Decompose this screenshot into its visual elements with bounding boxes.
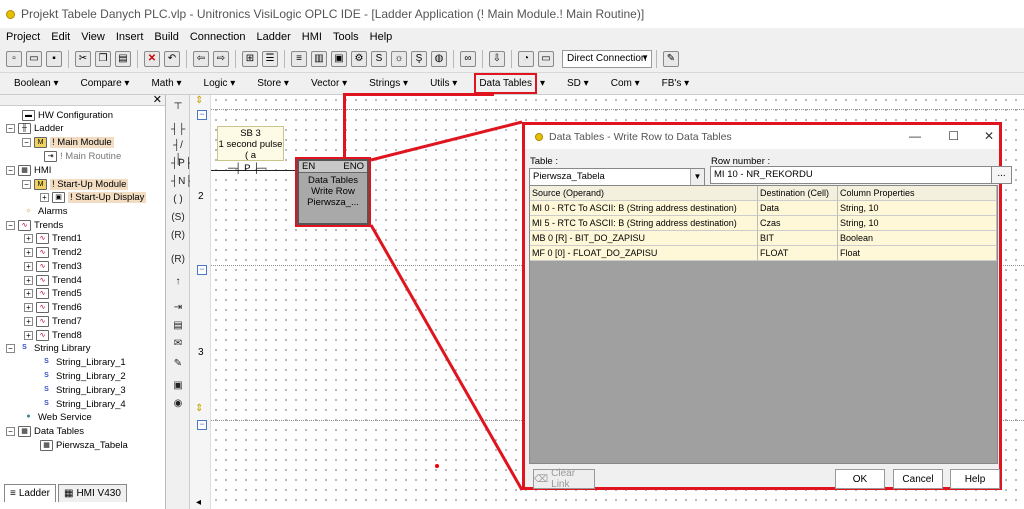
grid-row[interactable]: MB 0 [R] - BIT_DO_ZAPISU BIT Boolean [530,231,997,246]
column-mapping-grid[interactable]: Source (Operand) Destination (Cell) Colu… [529,185,998,464]
eraser-icon: ⌫ [534,473,549,485]
minimize-icon[interactable]: — [909,129,921,143]
grid-row[interactable]: MI 5 - RTC To ASCII: B (String address d… [530,216,997,231]
grid-header: Source (Operand) Destination (Cell) Colu… [530,186,997,201]
row-number-field[interactable]: MI 10 - NR_REKORDU [710,166,996,184]
app-logo-icon [535,133,543,141]
cancel-button[interactable]: Cancel [893,469,943,489]
chevron-down-icon: ▼ [690,169,704,185]
write-row-dialog: Data Tables - Write Row to Data Tables —… [522,122,1002,490]
close-icon[interactable]: ✕ [984,129,994,143]
table-select[interactable]: Pierwsza_Tabela ▼ [529,168,705,186]
dialog-title: Data Tables - Write Row to Data Tables [549,131,732,143]
browse-button[interactable]: ... [991,166,1012,184]
ok-button[interactable]: OK [835,469,885,489]
help-button[interactable]: Help [950,469,1000,489]
dialog-titlebar: Data Tables - Write Row to Data Tables —… [525,125,999,149]
clear-link-button[interactable]: ⌫ Clear Link [533,468,595,490]
table-label: Table : [530,156,558,167]
maximize-icon[interactable]: ☐ [948,129,959,143]
grid-row[interactable]: MI 0 - RTC To ASCII: B (String address d… [530,201,997,216]
grid-row[interactable]: MF 0 [0] - FLOAT_DO_ZAPISU FLOAT Float [530,246,997,261]
